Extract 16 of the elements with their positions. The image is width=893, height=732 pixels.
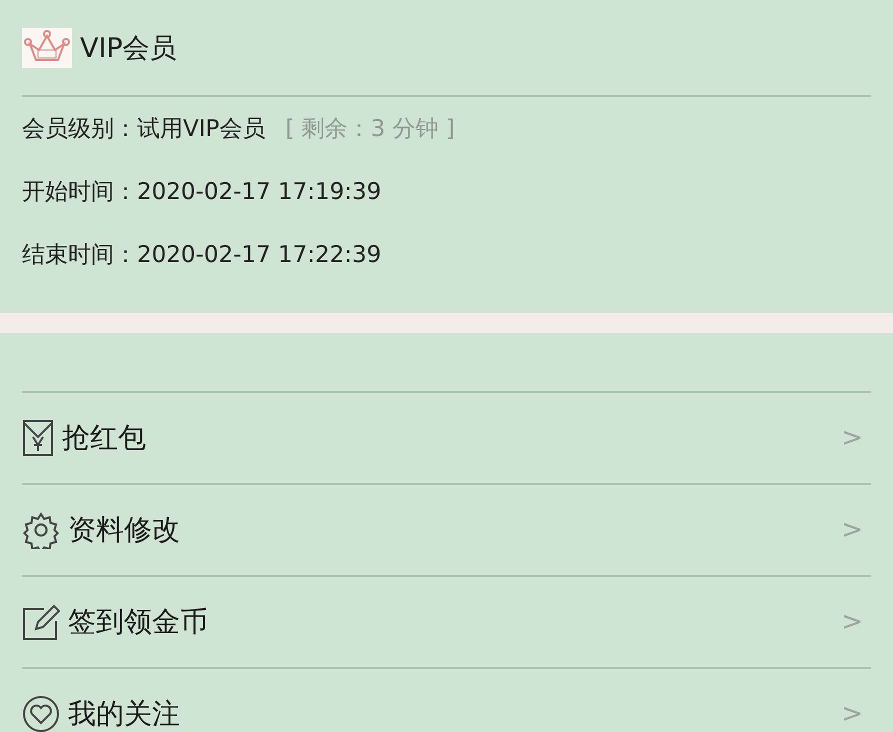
vip-title: VIP会员 [80, 32, 177, 66]
menu-item[interactable]: 资料修改 > [22, 483, 871, 575]
edit-icon [22, 603, 60, 641]
menu-item[interactable]: 我的关注 > [22, 667, 871, 732]
info-value: 试用VIP会员 [137, 115, 266, 144]
info-label: 会员级别： [22, 115, 137, 144]
info-value: 2020-02-17 17:22:39 [137, 242, 382, 268]
info-value: 2020-02-17 17:19:39 [137, 178, 382, 204]
crown-logo-icon [22, 28, 72, 68]
info-label: 开始时间： [22, 178, 137, 207]
remaining-time-note: [ 剩余：3 分钟 ] [285, 115, 455, 144]
menu-item[interactable]: 签到领金币 > [22, 575, 871, 667]
menu-item[interactable]: 抢红包 > [22, 391, 871, 483]
info-label: 结束时间： [22, 241, 137, 270]
envelope-icon [22, 419, 54, 457]
gear-icon [22, 511, 60, 549]
